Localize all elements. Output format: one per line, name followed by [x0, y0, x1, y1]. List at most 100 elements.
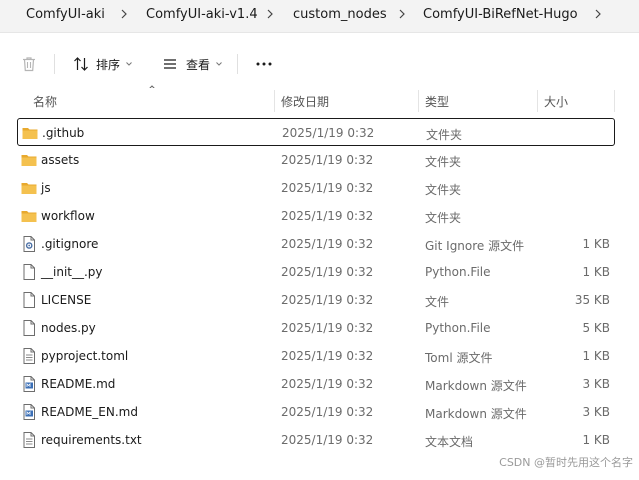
column-divider[interactable]: [614, 90, 615, 112]
file-icon: [20, 291, 38, 309]
file-row[interactable]: js 2025/1/19 0:32 文件夹: [17, 174, 615, 202]
file-size: 1 KB: [582, 433, 610, 447]
file-name: nodes.py: [41, 321, 96, 335]
file-type: 文件夹: [425, 155, 462, 169]
file-type: Toml 源文件: [425, 351, 493, 365]
chevron-right-icon[interactable]: [118, 6, 130, 22]
file-type: 文件夹: [426, 128, 463, 142]
file-row[interactable]: pyproject.toml 2025/1/19 0:32 Toml 源文件 1 KB: [17, 342, 615, 370]
chevron-right-icon[interactable]: [264, 6, 276, 22]
file-date: 2025/1/19 0:32: [281, 377, 374, 391]
file-type: 文件夹: [425, 211, 462, 225]
file-date: 2025/1/19 0:32: [281, 321, 374, 335]
file-name: README.md: [41, 377, 116, 391]
column-divider[interactable]: [537, 90, 538, 112]
file-row[interactable]: requirements.txt 2025/1/19 0:32 文本文档 1 KB: [17, 426, 615, 454]
column-header-name[interactable]: 名称: [33, 93, 57, 110]
file-size: 35 KB: [574, 293, 610, 307]
column-divider[interactable]: [418, 90, 419, 112]
toolbar: 排序 查看: [0, 40, 639, 88]
folder-icon: [21, 124, 39, 142]
file-size: 1 KB: [582, 265, 610, 279]
file-date: 2025/1/19 0:32: [281, 293, 374, 307]
file-row[interactable]: README_EN.md 2025/1/19 0:32 Markdown 源文件 3 …: [17, 398, 615, 426]
file-type: Markdown 源文件: [425, 407, 527, 421]
file-size: 1 KB: [582, 349, 610, 363]
file-type: 文件: [425, 295, 450, 309]
file-size: 1 KB: [582, 237, 610, 251]
file-name: __init__.py: [41, 265, 103, 279]
file-row[interactable]: .github 2025/1/19 0:32 文件夹: [17, 118, 615, 146]
chevron-right-icon[interactable]: [592, 6, 604, 22]
text-file-icon: [20, 431, 38, 449]
folder-icon: [20, 179, 38, 197]
column-divider[interactable]: [274, 90, 275, 112]
column-header-size[interactable]: 大小: [544, 93, 568, 110]
file-row[interactable]: __init__.py 2025/1/19 0:32 Python.File 1 KB: [17, 258, 615, 286]
toolbar-divider: [237, 54, 238, 74]
more-options-button[interactable]: [254, 53, 274, 75]
file-size: 3 KB: [582, 377, 610, 391]
file-size: 5 KB: [582, 321, 610, 335]
file-name: README_EN.md: [41, 405, 138, 419]
file-row[interactable]: LICENSE 2025/1/19 0:32 文件 35 KB: [17, 286, 615, 314]
breadcrumb-item[interactable]: ComfyUI-aki-v1.4: [146, 7, 258, 22]
file-row[interactable]: README.md 2025/1/19 0:32 Markdown 源文件 3 KB: [17, 370, 615, 398]
column-header-type[interactable]: 类型: [425, 93, 449, 110]
watermark: CSDN @暂时先用这个名字: [499, 456, 633, 469]
file-name: pyproject.toml: [41, 349, 129, 363]
file-row[interactable]: assets 2025/1/19 0:32 文件夹: [17, 146, 615, 174]
folder-icon: [20, 151, 38, 169]
view-label: 查看: [186, 57, 211, 72]
file-name: js: [41, 181, 51, 195]
file-date: 2025/1/19 0:32: [281, 153, 374, 167]
file-date: 2025/1/19 0:32: [281, 237, 374, 251]
file-type: Python.File: [425, 321, 491, 335]
file-name: workflow: [41, 209, 95, 223]
more-icon: [256, 62, 272, 66]
sort-label: 排序: [96, 57, 121, 72]
file-name: .github: [42, 126, 85, 140]
file-date: 2025/1/19 0:32: [281, 265, 374, 279]
delete-button[interactable]: [20, 53, 38, 75]
column-header-date[interactable]: 修改日期: [281, 93, 329, 110]
file-type: Git Ignore 源文件: [425, 239, 525, 253]
file-date: 2025/1/19 0:32: [281, 181, 374, 195]
folder-icon: [20, 207, 38, 225]
sort-icon: [74, 57, 88, 71]
file-date: 2025/1/19 0:32: [281, 405, 374, 419]
view-button[interactable]: 查看: [161, 53, 224, 75]
gear-file-icon: [20, 235, 38, 253]
file-date: 2025/1/19 0:32: [281, 209, 374, 223]
markdown-file-icon: [20, 403, 38, 421]
file-row[interactable]: nodes.py 2025/1/19 0:32 Python.File 5 KB: [17, 314, 615, 342]
markdown-file-icon: [20, 375, 38, 393]
breadcrumb-item[interactable]: custom_nodes: [293, 7, 387, 22]
file-row[interactable]: .gitignore 2025/1/19 0:32 Git Ignore 源文件 1 …: [17, 230, 615, 258]
file-name: .gitignore: [41, 237, 99, 251]
file-date: 2025/1/19 0:32: [282, 126, 375, 140]
file-date: 2025/1/19 0:32: [281, 433, 374, 447]
file-name: LICENSE: [41, 293, 92, 307]
text-file-icon: [20, 347, 38, 365]
file-date: 2025/1/19 0:32: [281, 349, 374, 363]
chevron-down-icon: [216, 62, 222, 66]
file-size: 3 KB: [582, 405, 610, 419]
file-row[interactable]: workflow 2025/1/19 0:32 文件夹: [17, 202, 615, 230]
breadcrumb: ComfyUI-aki ComfyUI-aki-v1.4 custom_node…: [0, 0, 639, 33]
file-type: Markdown 源文件: [425, 379, 527, 393]
chevron-right-icon[interactable]: [396, 6, 408, 22]
view-icon: [164, 59, 176, 69]
file-type: 文本文档: [425, 435, 474, 449]
file-type: 文件夹: [425, 183, 462, 197]
file-icon: [20, 319, 38, 337]
file-name: requirements.txt: [41, 433, 142, 447]
breadcrumb-item-current[interactable]: ComfyUI-BiRefNet-Hugo: [423, 7, 578, 22]
file-icon: [20, 263, 38, 281]
toolbar-divider: [54, 54, 55, 74]
file-type: Python.File: [425, 265, 491, 279]
breadcrumb-item[interactable]: ComfyUI-aki: [26, 7, 105, 22]
trash-icon: [23, 57, 35, 72]
chevron-down-icon: [126, 62, 132, 66]
sort-button[interactable]: 排序: [72, 53, 134, 75]
